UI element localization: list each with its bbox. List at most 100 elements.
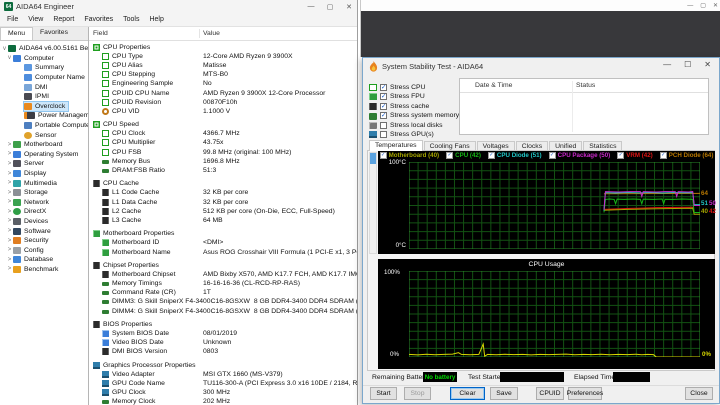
unchecked-checkbox[interactable] (380, 121, 387, 129)
table-row[interactable]: CPU Multiplier 43.75x (89, 138, 357, 147)
sidebar-item-power-management[interactable]: Power Management (0, 111, 88, 121)
minimize-icon[interactable]: — (687, 3, 693, 9)
section-header-row[interactable]: CPU Cache (89, 179, 357, 188)
table-row[interactable]: CPU VID 1.1000 V (89, 107, 357, 116)
table-row[interactable]: DIMM3: G Skill SniperX F4-3400C16-8GSXW 8… (89, 297, 357, 306)
stress-option-stress-cache[interactable]: ✓ Stress cache (369, 102, 429, 111)
legend-checkbox[interactable]: ✓ (659, 152, 667, 159)
legend-checkbox[interactable]: ✓ (379, 152, 387, 159)
section-header-row[interactable]: Motherboard Properties (89, 229, 357, 238)
sidebar-item-display[interactable]: > Display (0, 169, 88, 179)
chevron-right-icon[interactable]: > (6, 257, 13, 263)
legend-checkbox[interactable]: ✓ (617, 152, 625, 159)
table-row[interactable]: GPU Code Name TU116-300-A (PCI Express 3.… (89, 379, 357, 388)
table-row[interactable]: Engineering Sample No (89, 79, 357, 88)
menu-item-favorites[interactable]: Favorites (79, 16, 118, 23)
sidebar-item-overclock[interactable]: Overclock (0, 100, 88, 112)
close-button[interactable]: Close (685, 387, 713, 400)
chevron-right-icon[interactable]: > (6, 228, 13, 234)
status-table-col-datetime[interactable]: Date & Time (475, 82, 512, 89)
status-table-col-status[interactable]: Status (576, 82, 595, 89)
legend-checkbox[interactable]: ✓ (446, 152, 454, 159)
table-row[interactable]: CPU Stepping MTS-B0 (89, 70, 357, 79)
table-row[interactable]: CPU Clock 4366.7 MHz (89, 129, 357, 138)
table-row[interactable]: L3 Cache 64 MB (89, 216, 357, 225)
table-row[interactable]: DRAM:FSB Ratio 51:3 (89, 166, 357, 175)
table-row[interactable]: Memory Bus 1696.8 MHz (89, 157, 357, 166)
sidebar-item-devices[interactable]: > Devices (0, 217, 88, 227)
chevron-right-icon[interactable]: > (6, 161, 13, 167)
close-icon[interactable]: ✕ (713, 2, 718, 9)
cpuid-button[interactable]: CPUID (536, 387, 564, 400)
chevron-down-icon[interactable]: v (6, 55, 13, 61)
sidebar-item-portable-computer[interactable]: Portable Computer (0, 121, 88, 131)
chevron-right-icon[interactable]: > (6, 180, 13, 186)
sidebar-item-computer[interactable]: v Computer (0, 54, 88, 64)
chevron-right-icon[interactable]: > (6, 238, 13, 244)
legend-checkbox[interactable]: ✓ (487, 152, 495, 159)
table-row[interactable]: Motherboard ID <DMI> (89, 238, 357, 247)
table-row[interactable]: DIMM4: G Skill SniperX F4-3400C16-8GSXW 8… (89, 307, 357, 316)
clear-button[interactable]: Clear (450, 387, 485, 400)
stop-button[interactable]: Stop (404, 387, 431, 400)
minimize-icon[interactable]: — (306, 3, 316, 10)
chevron-right-icon[interactable]: > (6, 218, 13, 224)
main-titlebar[interactable]: 64 AIDA64 Engineer — ▢ ✕ (0, 0, 357, 13)
sidebar-item-computer-name[interactable]: Computer Name (0, 73, 88, 83)
sidebar-item-network[interactable]: > Network (0, 198, 88, 208)
close-icon[interactable]: ✕ (704, 60, 711, 69)
sidebar-tab-favorites[interactable]: Favorites (33, 27, 75, 40)
maximize-icon[interactable]: ▢ (700, 2, 706, 9)
table-row[interactable]: GPU Clock 300 MHz (89, 388, 357, 397)
tab-temperatures[interactable]: Temperatures (369, 140, 423, 151)
checked-checkbox[interactable]: ✓ (380, 93, 387, 101)
minimize-icon[interactable]: — (663, 60, 671, 69)
close-icon[interactable]: ✕ (344, 3, 354, 11)
table-row[interactable]: L1 Code Cache 32 KB per core (89, 188, 357, 197)
chevron-right-icon[interactable]: > (6, 190, 13, 196)
chevron-down-icon[interactable]: v (1, 46, 8, 52)
unchecked-checkbox[interactable] (380, 131, 387, 138)
legend-checkbox[interactable]: ✓ (548, 152, 556, 159)
checked-checkbox[interactable]: ✓ (380, 102, 387, 110)
section-header-row[interactable]: Graphics Processor Properties (89, 361, 357, 370)
menu-item-report[interactable]: Report (48, 16, 79, 23)
stress-option-stress-cpu[interactable]: ✓ Stress CPU (369, 83, 426, 92)
table-row[interactable]: Video BIOS Date Unknown (89, 338, 357, 347)
section-header-row[interactable]: Chipset Properties (89, 261, 357, 270)
table-row[interactable]: Memory Timings 16-16-16-36 (CL-RCD-RP-RAS… (89, 279, 357, 288)
sidebar-item-dmi[interactable]: DMI (0, 82, 88, 92)
sidebar-item-sensor[interactable]: Sensor (0, 130, 88, 140)
table-row[interactable]: CPUID CPU Name AMD Ryzen 9 3900X 12-Core … (89, 88, 357, 97)
maximize-icon[interactable]: ☐ (684, 60, 691, 69)
sidebar-item-operating-system[interactable]: > Operating System (0, 150, 88, 160)
sidebar-item-database[interactable]: > Database (0, 255, 88, 265)
table-row[interactable]: CPU Alias Matisse (89, 61, 357, 70)
table-row[interactable]: Command Rate (CR) 1T (89, 288, 357, 297)
chevron-right-icon[interactable]: > (6, 142, 13, 148)
menu-item-view[interactable]: View (23, 16, 48, 23)
menu-item-tools[interactable]: Tools (118, 16, 144, 23)
sidebar-tab-menu[interactable]: Menu (0, 27, 34, 40)
sidebar-item-security[interactable]: > Security (0, 236, 88, 246)
sidebar-item-directx[interactable]: > DirectX (0, 207, 88, 217)
table-row[interactable]: Video Adapter MSI GTX 1660 (MS-V379) (89, 370, 357, 379)
table-row[interactable]: CPU Type 12-Core AMD Ryzen 9 3900X (89, 52, 357, 61)
table-row[interactable]: L1 Data Cache 32 KB per core (89, 198, 357, 207)
start-button[interactable]: Start (370, 387, 397, 400)
section-header-row[interactable]: CPU Speed (89, 120, 357, 129)
menu-item-file[interactable]: File (2, 16, 23, 23)
save-button[interactable]: Save (490, 387, 518, 400)
sidebar-item-server[interactable]: > Server (0, 159, 88, 169)
section-header-row[interactable]: CPU Properties (89, 43, 357, 52)
sidebar-item-config[interactable]: > Config (0, 245, 88, 255)
chevron-right-icon[interactable]: > (6, 209, 13, 215)
stress-option-stress-system-memory[interactable]: ✓ Stress system memory (369, 111, 459, 120)
sidebar-item-benchmark[interactable]: > Benchmark (0, 265, 88, 275)
sidebar-item-ipmi[interactable]: IPMI (0, 92, 88, 102)
table-row[interactable]: CPU FSB 99.8 MHz (original: 100 MHz) (89, 148, 357, 157)
chevron-right-icon[interactable]: > (6, 266, 13, 272)
table-row[interactable]: Memory Clock 202 MHz (89, 397, 357, 405)
table-row[interactable]: L2 Cache 512 KB per core (On-Die, ECC, Fu… (89, 207, 357, 216)
checked-checkbox[interactable]: ✓ (380, 84, 387, 91)
